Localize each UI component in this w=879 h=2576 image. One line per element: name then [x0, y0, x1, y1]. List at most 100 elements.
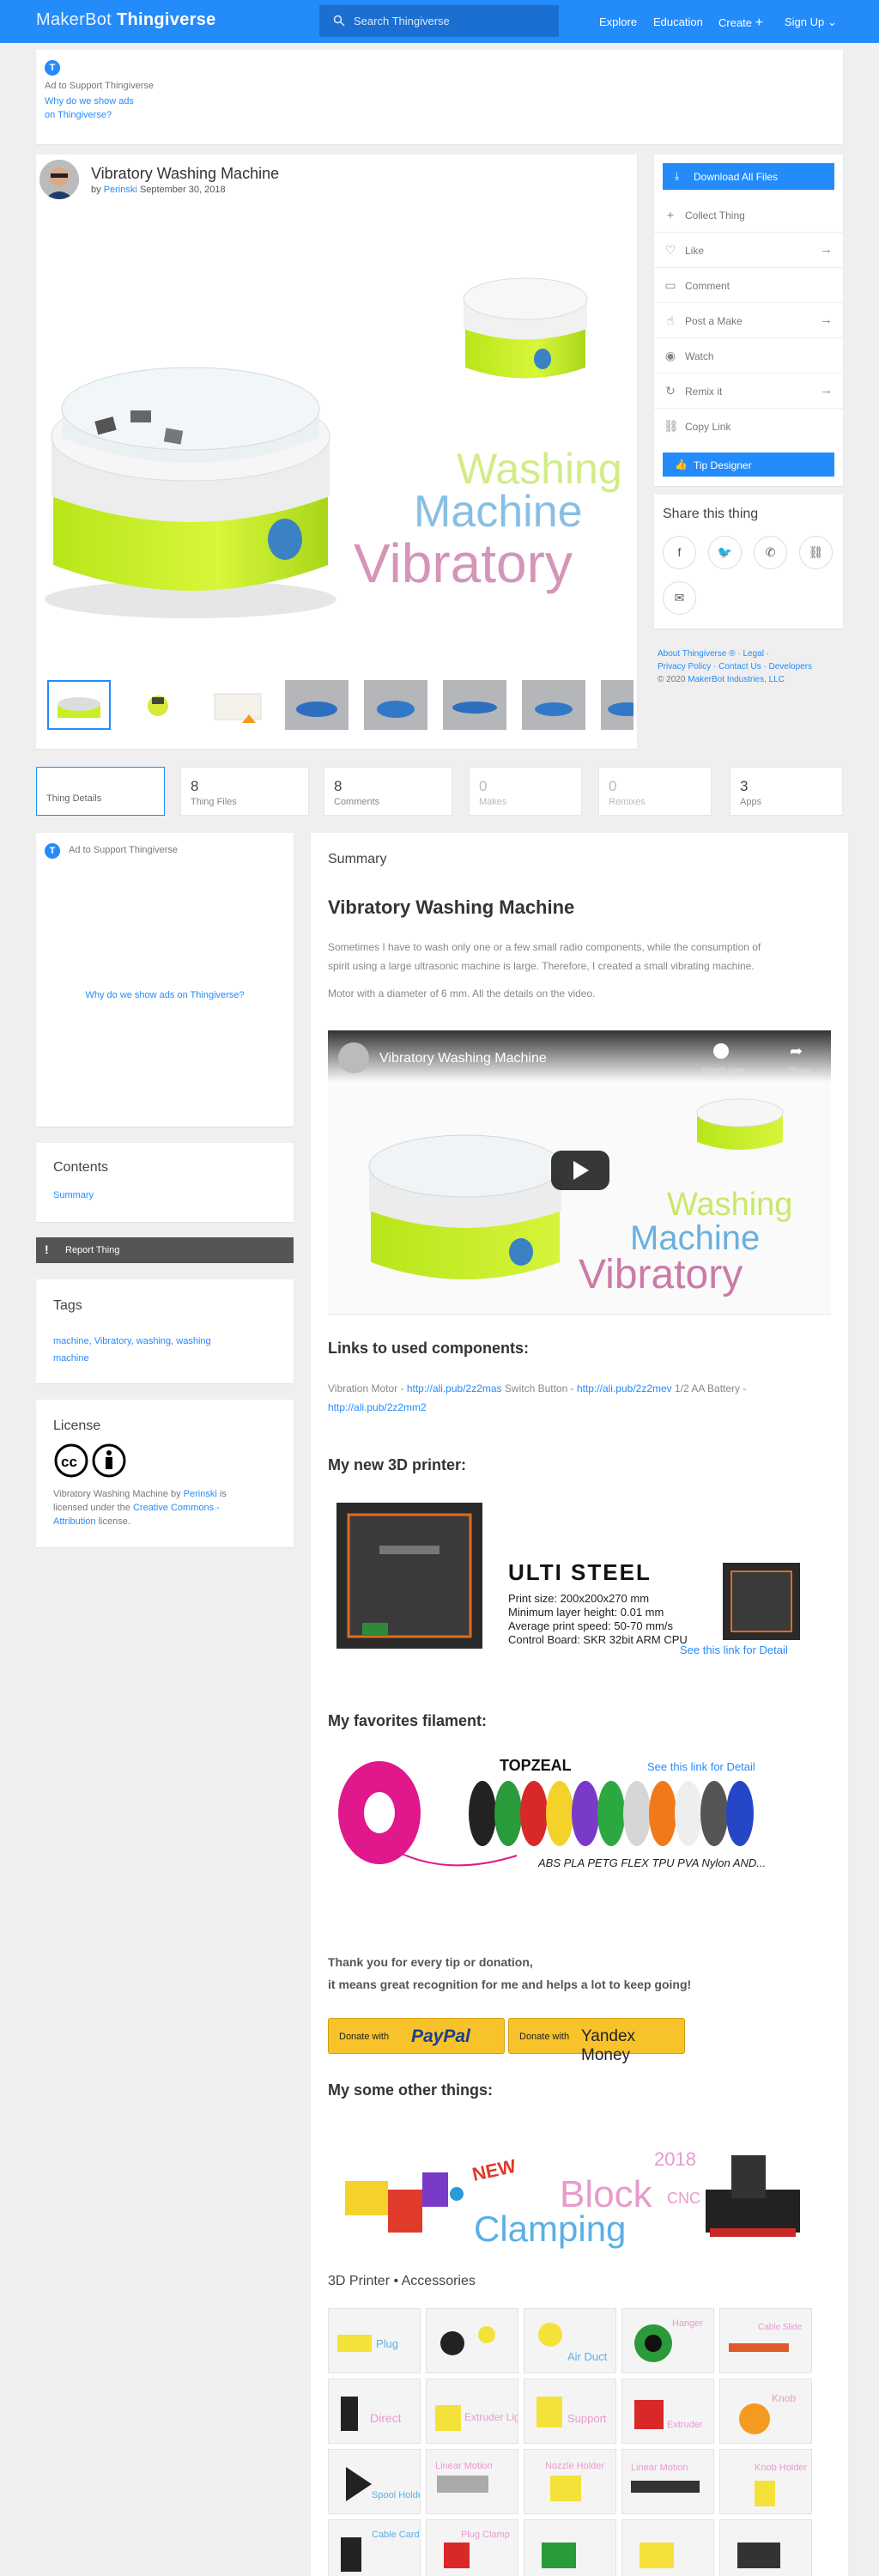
banner-clamping: Clamping [474, 2208, 626, 2249]
printer-detail-link[interactable]: See this link for Detail [680, 1643, 788, 1656]
license-author-link[interactable]: Perinski [184, 1489, 217, 1499]
thumbnail[interactable] [601, 680, 646, 730]
thumbnail[interactable] [47, 680, 111, 730]
link-share-icon[interactable]: ⛓ [799, 536, 833, 569]
thumbnail[interactable] [364, 680, 427, 730]
battery-link[interactable]: http://ali.pub/2z2mm2 [328, 1401, 427, 1413]
svg-text:Plug: Plug [376, 2337, 398, 2350]
filament-brand: TOPZEAL [500, 1757, 572, 1774]
whatsapp-icon[interactable]: ✆ [754, 536, 787, 569]
copy-link-button[interactable]: ⛓ Copy Link [654, 409, 843, 444]
author-link[interactable]: Perinski [104, 185, 137, 195]
attribution-link[interactable]: Attribution [53, 1516, 96, 1527]
contents-summary-link[interactable]: Summary [53, 1190, 94, 1200]
nav-explore[interactable]: Explore [599, 15, 637, 28]
like-button[interactable]: ♡ Like → [654, 233, 843, 268]
grid-item[interactable]: Extruder [621, 2379, 714, 2444]
grid-item[interactable] [621, 2519, 714, 2576]
hero-image[interactable]: Washing Machine Vibratory [36, 204, 637, 659]
thumbnail[interactable] [522, 680, 585, 730]
grid-item[interactable]: Cable Slide [719, 2308, 812, 2373]
grid-item[interactable]: Hanger [621, 2308, 714, 2373]
video-watch-later[interactable]: Watch later [702, 1066, 746, 1076]
ad-label: Ad to Support Thingiverse [69, 845, 178, 855]
tip-designer-button[interactable]: 👍 Tip Designer [663, 453, 834, 477]
grid-item[interactable]: Direct [328, 2379, 421, 2444]
thingiverse-t-icon: T [45, 843, 60, 859]
grid-item[interactable] [719, 2519, 812, 2576]
makerbot-link[interactable]: MakerBot Industries, LLC [688, 675, 785, 684]
twitter-icon[interactable]: 🐦 [708, 536, 742, 569]
filament-detail-link[interactable]: See this link for Detail [647, 1760, 755, 1773]
email-icon[interactable]: ✉ [663, 581, 696, 615]
svg-text:Cable Slide: Cable Slide [758, 2323, 803, 2332]
comment-button[interactable]: ▭ Comment [654, 268, 843, 303]
nav-create[interactable]: Create + [718, 15, 763, 31]
tab-thing-details[interactable]: Thing Details [36, 767, 165, 816]
cc-link[interactable]: Creative Commons - [133, 1503, 220, 1513]
download-all-files-button[interactable]: ⤓ Download All Files [663, 163, 834, 190]
remix-button[interactable]: ↻ Remix it → [654, 374, 843, 409]
motor-link[interactable]: http://ali.pub/2z2mas [407, 1382, 502, 1394]
nav-sign-up[interactable]: Sign Up ⌄ [785, 15, 837, 29]
plus-icon: + [666, 208, 675, 222]
video-share[interactable]: Share [788, 1066, 811, 1076]
why-ads-link[interactable]: Why do we show ads on Thingiverse? [36, 990, 294, 1000]
post-a-make-button[interactable]: ☝ Post a Make → [654, 303, 843, 338]
why-ads-link[interactable]: Why do we show ads on Thingiverse? [45, 94, 134, 122]
grid-item[interactable]: Linear Motion [426, 2449, 518, 2514]
grid-item[interactable]: Cable Card [328, 2519, 421, 2576]
tags-list[interactable]: machine, Vibratory, washing, washing mach… [53, 1333, 211, 1367]
grid-item[interactable]: Support [524, 2379, 616, 2444]
grid-item[interactable]: Spool Holder [328, 2449, 421, 2514]
thumbnail[interactable] [206, 680, 270, 730]
footer-line-2[interactable]: Privacy Policy · Contact Us · Developers [658, 660, 812, 673]
grid-item[interactable]: Nozzle Holder [524, 2449, 616, 2514]
collect-thing-button[interactable]: + Collect Thing [654, 197, 843, 233]
share-arrow-icon[interactable]: ➦ [790, 1042, 803, 1060]
thumbnail[interactable] [443, 680, 506, 730]
grid-item[interactable]: Plug [328, 2308, 421, 2373]
switch-link[interactable]: http://ali.pub/2z2mev [577, 1382, 672, 1394]
donate-yandex-button[interactable]: Donate with Yandex Money [508, 2018, 685, 2064]
tab-apps[interactable]: 3 Apps [730, 767, 843, 816]
tab-thing-files[interactable]: 8 Thing Files [180, 767, 309, 816]
printer-banner[interactable]: ULTI STEEL Print size: 200x200x270 mm Mi… [328, 1494, 809, 1657]
video-player[interactable]: Washing Machine Vibratory Vibratory Wash… [328, 1030, 831, 1314]
grid-item[interactable]: Plug Clamp [426, 2519, 518, 2576]
thumbnail[interactable] [126, 680, 190, 730]
grid-item[interactable]: Knob [719, 2379, 812, 2444]
svg-text:Cable Card: Cable Card [372, 2530, 420, 2540]
svg-text:Support: Support [567, 2412, 607, 2425]
grid-item[interactable]: Extruder Light [426, 2379, 518, 2444]
filament-banner[interactable]: TOPZEAL See this link for Detail ABS PLA… [328, 1748, 809, 1877]
search-input[interactable]: Search Thingiverse [319, 5, 559, 37]
svg-text:Hanger: Hanger [672, 2318, 703, 2329]
summary-title: Vibratory Washing Machine [328, 896, 575, 918]
watch-button[interactable]: ◉ Watch [654, 338, 843, 374]
report-thing-button[interactable]: ! Report Thing [36, 1237, 294, 1263]
footer-line-1[interactable]: About Thingiverse ® · Legal · [658, 647, 812, 660]
tab-remixes[interactable]: 0 Remixes [598, 767, 712, 816]
nav-education[interactable]: Education [653, 15, 703, 28]
tab-makes[interactable]: 0 Makes [469, 767, 582, 816]
grid-item[interactable] [524, 2519, 616, 2576]
share-title: Share this thing [663, 507, 759, 521]
avatar[interactable] [39, 160, 79, 199]
tab-comments[interactable]: 8 Comments [324, 767, 452, 816]
svg-text:Spool Holder: Spool Holder [372, 2490, 421, 2500]
grid-item[interactable]: Air Duct [524, 2308, 616, 2373]
top-ad-block: T Ad to Support Thingiverse Why do we sh… [36, 50, 843, 144]
cc-icon: cc [53, 1443, 89, 1481]
grid-item[interactable] [426, 2308, 518, 2373]
banner-year: 2018 [654, 2148, 696, 2170]
donate-paypal-button[interactable]: Donate with PayPal [328, 2018, 505, 2054]
tags-panel: Tags machine, Vibratory, washing, washin… [36, 1279, 294, 1383]
divider [328, 1314, 831, 1315]
facebook-icon[interactable]: f [663, 536, 696, 569]
thingiverse-logo[interactable]: MakerBot Thingiverse [36, 10, 216, 30]
other-things-banner[interactable]: NEW 2018 Block Clamping CNC [328, 2121, 826, 2258]
thumbnail[interactable] [285, 680, 349, 730]
grid-item[interactable]: Linear Motion [621, 2449, 714, 2514]
grid-item[interactable]: Knob Holder [719, 2449, 812, 2514]
